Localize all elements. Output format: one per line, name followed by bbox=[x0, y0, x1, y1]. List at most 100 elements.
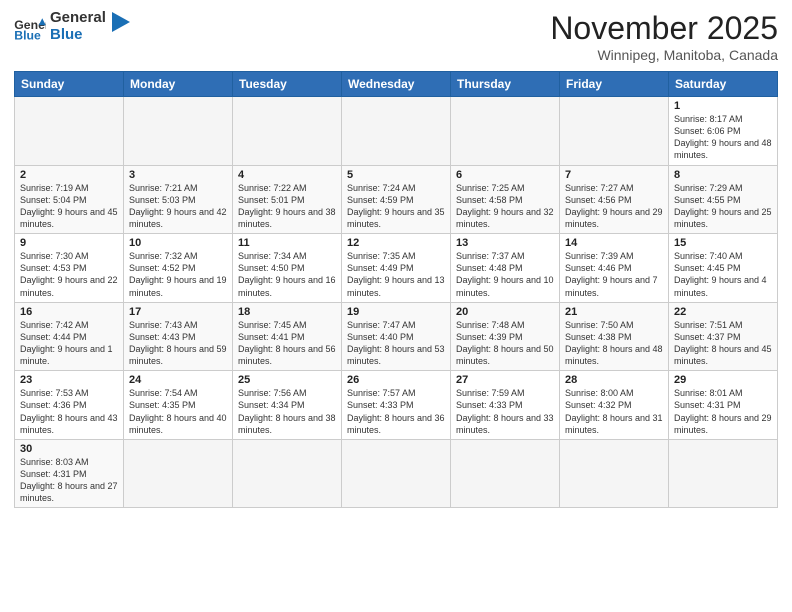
logo-blue: Blue bbox=[50, 27, 106, 44]
day-info: Sunrise: 7:39 AM Sunset: 4:46 PM Dayligh… bbox=[565, 250, 663, 299]
calendar-cell: 24Sunrise: 7:54 AM Sunset: 4:35 PM Dayli… bbox=[124, 371, 233, 440]
weekday-header-saturday: Saturday bbox=[669, 72, 778, 97]
weekday-header-row: SundayMondayTuesdayWednesdayThursdayFrid… bbox=[15, 72, 778, 97]
day-info: Sunrise: 7:22 AM Sunset: 5:01 PM Dayligh… bbox=[238, 182, 336, 231]
day-info: Sunrise: 7:47 AM Sunset: 4:40 PM Dayligh… bbox=[347, 319, 445, 368]
day-info: Sunrise: 7:25 AM Sunset: 4:58 PM Dayligh… bbox=[456, 182, 554, 231]
calendar-cell: 3Sunrise: 7:21 AM Sunset: 5:03 PM Daylig… bbox=[124, 165, 233, 234]
logo-icon: General Blue bbox=[14, 13, 46, 41]
day-number: 2 bbox=[20, 169, 118, 181]
weekday-header-tuesday: Tuesday bbox=[233, 72, 342, 97]
day-number: 5 bbox=[347, 169, 445, 181]
day-info: Sunrise: 7:59 AM Sunset: 4:33 PM Dayligh… bbox=[456, 387, 554, 436]
day-number: 13 bbox=[456, 237, 554, 249]
day-number: 27 bbox=[456, 374, 554, 386]
day-number: 28 bbox=[565, 374, 663, 386]
day-number: 1 bbox=[674, 100, 772, 112]
day-number: 8 bbox=[674, 169, 772, 181]
day-info: Sunrise: 7:43 AM Sunset: 4:43 PM Dayligh… bbox=[129, 319, 227, 368]
day-info: Sunrise: 7:32 AM Sunset: 4:52 PM Dayligh… bbox=[129, 250, 227, 299]
day-info: Sunrise: 7:35 AM Sunset: 4:49 PM Dayligh… bbox=[347, 250, 445, 299]
week-row-4: 16Sunrise: 7:42 AM Sunset: 4:44 PM Dayli… bbox=[15, 302, 778, 371]
day-number: 10 bbox=[129, 237, 227, 249]
calendar-cell bbox=[560, 439, 669, 508]
day-number: 9 bbox=[20, 237, 118, 249]
calendar-cell: 10Sunrise: 7:32 AM Sunset: 4:52 PM Dayli… bbox=[124, 234, 233, 303]
calendar-cell bbox=[451, 97, 560, 166]
day-info: Sunrise: 7:30 AM Sunset: 4:53 PM Dayligh… bbox=[20, 250, 118, 299]
calendar-cell bbox=[124, 439, 233, 508]
day-number: 4 bbox=[238, 169, 336, 181]
calendar-cell: 1Sunrise: 8:17 AM Sunset: 6:06 PM Daylig… bbox=[669, 97, 778, 166]
calendar-cell: 15Sunrise: 7:40 AM Sunset: 4:45 PM Dayli… bbox=[669, 234, 778, 303]
day-info: Sunrise: 7:21 AM Sunset: 5:03 PM Dayligh… bbox=[129, 182, 227, 231]
week-row-3: 9Sunrise: 7:30 AM Sunset: 4:53 PM Daylig… bbox=[15, 234, 778, 303]
day-number: 11 bbox=[238, 237, 336, 249]
header: General Blue General Blue November 2025 … bbox=[14, 10, 778, 63]
day-info: Sunrise: 8:03 AM Sunset: 4:31 PM Dayligh… bbox=[20, 456, 118, 505]
calendar-cell: 26Sunrise: 7:57 AM Sunset: 4:33 PM Dayli… bbox=[342, 371, 451, 440]
weekday-header-thursday: Thursday bbox=[451, 72, 560, 97]
day-info: Sunrise: 7:54 AM Sunset: 4:35 PM Dayligh… bbox=[129, 387, 227, 436]
day-number: 18 bbox=[238, 306, 336, 318]
day-info: Sunrise: 7:50 AM Sunset: 4:38 PM Dayligh… bbox=[565, 319, 663, 368]
week-row-1: 1Sunrise: 8:17 AM Sunset: 6:06 PM Daylig… bbox=[15, 97, 778, 166]
day-number: 23 bbox=[20, 374, 118, 386]
svg-text:Blue: Blue bbox=[14, 28, 41, 41]
day-info: Sunrise: 7:42 AM Sunset: 4:44 PM Dayligh… bbox=[20, 319, 118, 368]
day-info: Sunrise: 7:45 AM Sunset: 4:41 PM Dayligh… bbox=[238, 319, 336, 368]
logo-general: General bbox=[50, 10, 106, 27]
calendar-cell bbox=[342, 439, 451, 508]
day-number: 14 bbox=[565, 237, 663, 249]
day-number: 7 bbox=[565, 169, 663, 181]
day-info: Sunrise: 7:37 AM Sunset: 4:48 PM Dayligh… bbox=[456, 250, 554, 299]
day-number: 25 bbox=[238, 374, 336, 386]
calendar-cell: 11Sunrise: 7:34 AM Sunset: 4:50 PM Dayli… bbox=[233, 234, 342, 303]
day-number: 17 bbox=[129, 306, 227, 318]
day-info: Sunrise: 7:29 AM Sunset: 4:55 PM Dayligh… bbox=[674, 182, 772, 231]
logo-triangle-icon bbox=[112, 12, 130, 34]
calendar-cell bbox=[342, 97, 451, 166]
day-number: 15 bbox=[674, 237, 772, 249]
calendar-cell: 29Sunrise: 8:01 AM Sunset: 4:31 PM Dayli… bbox=[669, 371, 778, 440]
day-number: 3 bbox=[129, 169, 227, 181]
calendar-cell: 7Sunrise: 7:27 AM Sunset: 4:56 PM Daylig… bbox=[560, 165, 669, 234]
calendar-cell: 22Sunrise: 7:51 AM Sunset: 4:37 PM Dayli… bbox=[669, 302, 778, 371]
day-info: Sunrise: 7:27 AM Sunset: 4:56 PM Dayligh… bbox=[565, 182, 663, 231]
weekday-header-wednesday: Wednesday bbox=[342, 72, 451, 97]
day-info: Sunrise: 8:17 AM Sunset: 6:06 PM Dayligh… bbox=[674, 113, 772, 162]
day-number: 20 bbox=[456, 306, 554, 318]
calendar-cell: 14Sunrise: 7:39 AM Sunset: 4:46 PM Dayli… bbox=[560, 234, 669, 303]
week-row-2: 2Sunrise: 7:19 AM Sunset: 5:04 PM Daylig… bbox=[15, 165, 778, 234]
week-row-6: 30Sunrise: 8:03 AM Sunset: 4:31 PM Dayli… bbox=[15, 439, 778, 508]
calendar-cell: 21Sunrise: 7:50 AM Sunset: 4:38 PM Dayli… bbox=[560, 302, 669, 371]
calendar-cell: 20Sunrise: 7:48 AM Sunset: 4:39 PM Dayli… bbox=[451, 302, 560, 371]
calendar-cell bbox=[15, 97, 124, 166]
logo: General Blue General Blue bbox=[14, 10, 130, 43]
calendar-cell bbox=[669, 439, 778, 508]
month-title: November 2025 bbox=[550, 10, 778, 47]
weekday-header-sunday: Sunday bbox=[15, 72, 124, 97]
day-number: 26 bbox=[347, 374, 445, 386]
calendar-cell: 16Sunrise: 7:42 AM Sunset: 4:44 PM Dayli… bbox=[15, 302, 124, 371]
calendar-table: SundayMondayTuesdayWednesdayThursdayFrid… bbox=[14, 71, 778, 508]
day-number: 19 bbox=[347, 306, 445, 318]
calendar-cell bbox=[560, 97, 669, 166]
day-info: Sunrise: 7:57 AM Sunset: 4:33 PM Dayligh… bbox=[347, 387, 445, 436]
calendar-cell: 25Sunrise: 7:56 AM Sunset: 4:34 PM Dayli… bbox=[233, 371, 342, 440]
calendar-cell: 13Sunrise: 7:37 AM Sunset: 4:48 PM Dayli… bbox=[451, 234, 560, 303]
calendar-cell bbox=[233, 439, 342, 508]
calendar-cell: 30Sunrise: 8:03 AM Sunset: 4:31 PM Dayli… bbox=[15, 439, 124, 508]
calendar-cell bbox=[233, 97, 342, 166]
location-subtitle: Winnipeg, Manitoba, Canada bbox=[550, 47, 778, 63]
day-info: Sunrise: 7:24 AM Sunset: 4:59 PM Dayligh… bbox=[347, 182, 445, 231]
day-number: 6 bbox=[456, 169, 554, 181]
title-block: November 2025 Winnipeg, Manitoba, Canada bbox=[550, 10, 778, 63]
calendar-cell: 18Sunrise: 7:45 AM Sunset: 4:41 PM Dayli… bbox=[233, 302, 342, 371]
day-number: 30 bbox=[20, 443, 118, 455]
weekday-header-friday: Friday bbox=[560, 72, 669, 97]
day-number: 29 bbox=[674, 374, 772, 386]
calendar-cell: 2Sunrise: 7:19 AM Sunset: 5:04 PM Daylig… bbox=[15, 165, 124, 234]
calendar-cell: 4Sunrise: 7:22 AM Sunset: 5:01 PM Daylig… bbox=[233, 165, 342, 234]
calendar-cell: 5Sunrise: 7:24 AM Sunset: 4:59 PM Daylig… bbox=[342, 165, 451, 234]
